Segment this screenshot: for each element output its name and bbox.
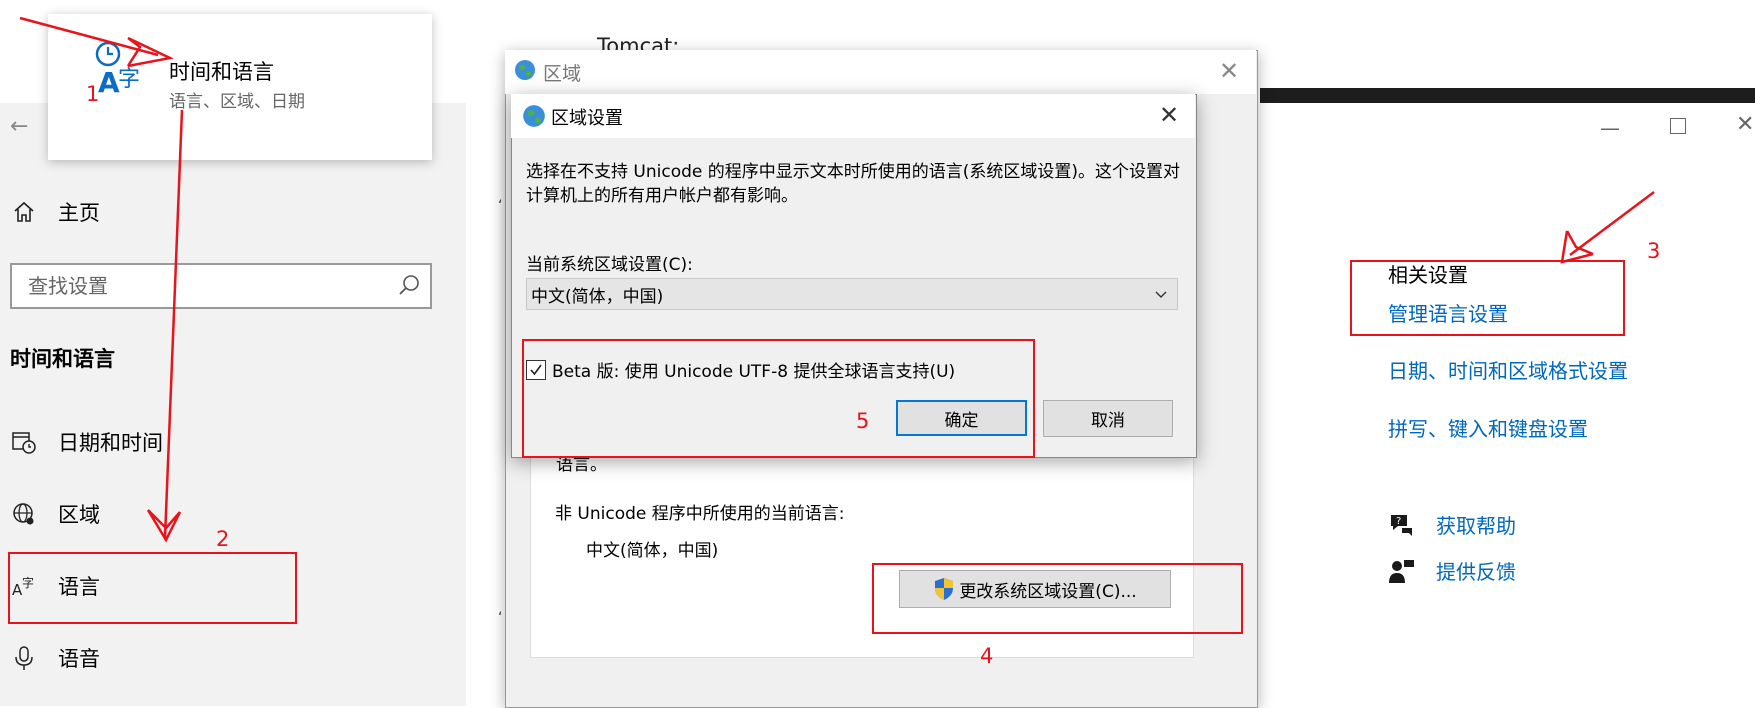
cancel-button[interactable]: 取消 [1043, 400, 1173, 437]
svg-text:字: 字 [118, 67, 140, 92]
nav-home-label: 主页 [58, 201, 100, 225]
nav-section-title: 时间和语言 [10, 347, 115, 371]
globe-icon [521, 103, 547, 129]
spelling-typing-link[interactable]: 拼写、键入和键盘设置 [1388, 413, 1588, 442]
annotation-box-5 [522, 339, 1035, 458]
datetime-icon [10, 428, 38, 456]
nav-item-label: 日期和时间 [58, 431, 163, 455]
search-input[interactable] [26, 273, 396, 299]
get-help-row[interactable]: ? 获取帮助 [1388, 510, 1516, 539]
region-dialog-close-icon[interactable]: ✕ [1219, 57, 1239, 85]
get-help-link[interactable]: 获取帮助 [1436, 510, 1516, 539]
annotation-box-3 [1350, 260, 1625, 336]
annotation-number-2: 2 [216, 527, 230, 551]
maximize-icon[interactable] [1670, 118, 1686, 134]
minimize-icon[interactable]: — [1600, 116, 1620, 140]
chevron-down-icon [1153, 286, 1169, 302]
region-settings-description: 选择在不支持 Unicode 的程序中显示文本时所使用的语言(系统区域设置)。这… [526, 162, 1181, 206]
feedback-person-icon [1388, 557, 1416, 585]
nav-item-label: 区域 [58, 503, 100, 527]
window-top-edge [1260, 88, 1755, 103]
back-arrow-icon[interactable]: ← [10, 114, 36, 140]
nav-item-label: 语音 [58, 647, 100, 671]
date-region-format-link[interactable]: 日期、时间和区域格式设置 [1388, 355, 1628, 384]
microphone-icon [10, 644, 38, 672]
annotation-box-4 [872, 563, 1243, 634]
annotation-number-5: 5 [856, 409, 870, 433]
annotation-number-4: 4 [980, 644, 994, 668]
current-locale-label: 当前系统区域设置(C): [526, 255, 693, 275]
region-globe-icon [10, 500, 38, 528]
region-dialog-title: 区域 [543, 63, 582, 85]
system-locale-select[interactable]: 中文(简体，中国) [526, 278, 1178, 310]
nonunicode-language-label: 非 Unicode 程序中所使用的当前语言: [555, 504, 845, 524]
tab-edge-marker: ‘ [498, 198, 503, 214]
feedback-row[interactable]: 提供反馈 [1388, 556, 1516, 585]
annotation-number-1: 1 [86, 82, 100, 106]
nav-home[interactable]: 主页 [0, 187, 466, 237]
nonunicode-language-value: 中文(简体，中国) [586, 541, 719, 561]
search-icon[interactable] [396, 273, 422, 299]
tab-edge-marker: ‘ [498, 610, 503, 626]
popup-title: 时间和语言 [169, 60, 274, 84]
nav-item-speech[interactable]: 语音 [0, 633, 466, 683]
popup-subtitle: 语言、区域、日期 [169, 92, 305, 112]
feedback-link[interactable]: 提供反馈 [1436, 556, 1516, 585]
svg-text:?: ? [1396, 516, 1401, 527]
annotation-number-3: 3 [1647, 239, 1661, 263]
system-locale-value: 中文(简体，中国) [531, 286, 664, 307]
close-icon[interactable]: ✕ [1736, 112, 1754, 137]
annotation-box-2 [8, 552, 297, 624]
region-settings-title: 区域设置 [551, 108, 623, 129]
region-settings-close-icon[interactable]: ✕ [1159, 101, 1179, 129]
nav-item-datetime[interactable]: 日期和时间 [0, 417, 466, 467]
nav-item-region[interactable]: 区域 [0, 489, 466, 539]
help-chat-icon: ? [1388, 511, 1416, 539]
svg-text:A: A [98, 66, 120, 98]
home-icon [10, 198, 38, 226]
region-dialog-titlebar [505, 50, 1256, 94]
search-box[interactable] [10, 263, 432, 309]
globe-icon [513, 58, 537, 82]
